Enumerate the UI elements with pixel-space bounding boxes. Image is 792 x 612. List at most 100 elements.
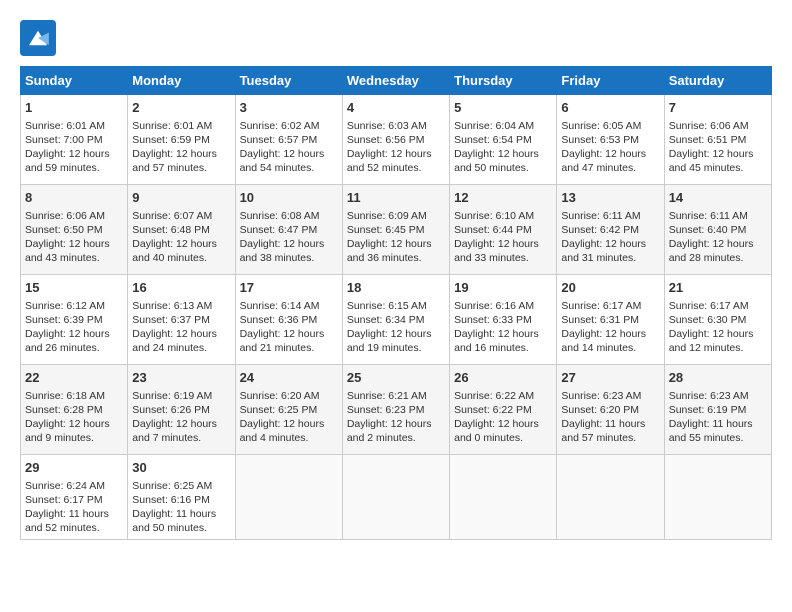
cell-text: Sunrise: 6:23 AM (561, 389, 659, 403)
cell-text: Sunrise: 6:01 AM (25, 119, 123, 133)
weekday-header: Wednesday (342, 67, 449, 95)
cell-text: Sunset: 6:51 PM (669, 133, 767, 147)
day-number: 10 (240, 189, 338, 207)
cell-text: Daylight: 12 hours (454, 417, 552, 431)
cell-text: Sunset: 6:28 PM (25, 403, 123, 417)
weekday-header: Saturday (664, 67, 771, 95)
cell-text: and 52 minutes. (25, 521, 123, 535)
cell-text: Sunset: 6:31 PM (561, 313, 659, 327)
calendar-cell (664, 455, 771, 540)
cell-text: Sunset: 6:20 PM (561, 403, 659, 417)
cell-text: Daylight: 12 hours (669, 147, 767, 161)
day-number: 17 (240, 279, 338, 297)
cell-text: Daylight: 12 hours (347, 417, 445, 431)
day-number: 21 (669, 279, 767, 297)
day-number: 26 (454, 369, 552, 387)
calendar-cell: 7Sunrise: 6:06 AMSunset: 6:51 PMDaylight… (664, 95, 771, 185)
cell-text: Daylight: 12 hours (25, 237, 123, 251)
calendar-cell: 9Sunrise: 6:07 AMSunset: 6:48 PMDaylight… (128, 185, 235, 275)
cell-text: and 55 minutes. (669, 431, 767, 445)
cell-text: Daylight: 12 hours (347, 147, 445, 161)
cell-text: and 31 minutes. (561, 251, 659, 265)
cell-text: Sunrise: 6:23 AM (669, 389, 767, 403)
calendar-cell: 10Sunrise: 6:08 AMSunset: 6:47 PMDayligh… (235, 185, 342, 275)
cell-text: Sunset: 6:45 PM (347, 223, 445, 237)
cell-text: Daylight: 12 hours (454, 237, 552, 251)
cell-text: Sunset: 6:48 PM (132, 223, 230, 237)
calendar-cell: 24Sunrise: 6:20 AMSunset: 6:25 PMDayligh… (235, 365, 342, 455)
calendar-cell: 3Sunrise: 6:02 AMSunset: 6:57 PMDaylight… (235, 95, 342, 185)
cell-text: Daylight: 11 hours (25, 507, 123, 521)
calendar-cell: 6Sunrise: 6:05 AMSunset: 6:53 PMDaylight… (557, 95, 664, 185)
day-number: 4 (347, 99, 445, 117)
cell-text: Daylight: 12 hours (454, 147, 552, 161)
cell-text: and 47 minutes. (561, 161, 659, 175)
cell-text: and 16 minutes. (454, 341, 552, 355)
calendar-cell: 14Sunrise: 6:11 AMSunset: 6:40 PMDayligh… (664, 185, 771, 275)
calendar-cell: 21Sunrise: 6:17 AMSunset: 6:30 PMDayligh… (664, 275, 771, 365)
cell-text: and 45 minutes. (669, 161, 767, 175)
weekday-header: Monday (128, 67, 235, 95)
cell-text: Sunset: 6:37 PM (132, 313, 230, 327)
calendar-cell: 23Sunrise: 6:19 AMSunset: 6:26 PMDayligh… (128, 365, 235, 455)
day-number: 5 (454, 99, 552, 117)
cell-text: Daylight: 11 hours (669, 417, 767, 431)
cell-text: Sunset: 6:56 PM (347, 133, 445, 147)
cell-text: and 38 minutes. (240, 251, 338, 265)
calendar-cell: 29Sunrise: 6:24 AMSunset: 6:17 PMDayligh… (21, 455, 128, 540)
cell-text: Sunset: 6:39 PM (25, 313, 123, 327)
cell-text: and 19 minutes. (347, 341, 445, 355)
cell-text: and 54 minutes. (240, 161, 338, 175)
calendar-cell: 25 Sunrise: 6:21 AMSunset: 6:23 PMDayligh… (342, 365, 449, 455)
weekday-header: Friday (557, 67, 664, 95)
calendar-cell: 12Sunrise: 6:10 AMSunset: 6:44 PMDayligh… (450, 185, 557, 275)
cell-text: Daylight: 12 hours (669, 327, 767, 341)
cell-text: Sunrise: 6:11 AM (669, 209, 767, 223)
cell-text: Sunrise: 6:12 AM (25, 299, 123, 313)
cell-text: Sunrise: 6:21 AM (347, 389, 445, 403)
day-number: 16 (132, 279, 230, 297)
cell-text: Daylight: 11 hours (561, 417, 659, 431)
weekday-header: Sunday (21, 67, 128, 95)
day-number: 9 (132, 189, 230, 207)
cell-text: Sunset: 6:33 PM (454, 313, 552, 327)
cell-text: Sunset: 6:57 PM (240, 133, 338, 147)
cell-text: and 33 minutes. (454, 251, 552, 265)
day-number: 28 (669, 369, 767, 387)
cell-text: and 9 minutes. (25, 431, 123, 445)
cell-text: Sunrise: 6:09 AM (347, 209, 445, 223)
cell-text: and 57 minutes. (132, 161, 230, 175)
calendar-cell: 18Sunrise: 6:15 AMSunset: 6:34 PMDayligh… (342, 275, 449, 365)
calendar-cell: 22Sunrise: 6:18 AMSunset: 6:28 PMDayligh… (21, 365, 128, 455)
calendar-cell: 2Sunrise: 6:01 AMSunset: 6:59 PMDaylight… (128, 95, 235, 185)
day-number: 30 (132, 459, 230, 477)
cell-text: and 2 minutes. (347, 431, 445, 445)
cell-text: and 50 minutes. (454, 161, 552, 175)
calendar-cell (235, 455, 342, 540)
calendar-cell: 30Sunrise: 6:25 AMSunset: 6:16 PMDayligh… (128, 455, 235, 540)
cell-text: Daylight: 12 hours (561, 327, 659, 341)
calendar-cell: 16Sunrise: 6:13 AMSunset: 6:37 PMDayligh… (128, 275, 235, 365)
logo (20, 20, 60, 56)
cell-text: Daylight: 12 hours (132, 417, 230, 431)
cell-text: Sunrise: 6:06 AM (25, 209, 123, 223)
calendar-cell (450, 455, 557, 540)
day-number: 3 (240, 99, 338, 117)
cell-text: Sunrise: 6:18 AM (25, 389, 123, 403)
calendar-cell: 19Sunrise: 6:16 AMSunset: 6:33 PMDayligh… (450, 275, 557, 365)
cell-text: Daylight: 12 hours (347, 327, 445, 341)
cell-text: Sunrise: 6:05 AM (561, 119, 659, 133)
cell-text: Sunset: 6:19 PM (669, 403, 767, 417)
cell-text: and 14 minutes. (561, 341, 659, 355)
cell-text: and 0 minutes. (454, 431, 552, 445)
day-number: 13 (561, 189, 659, 207)
day-number: 25 (347, 369, 445, 387)
cell-text: Sunrise: 6:10 AM (454, 209, 552, 223)
day-number: 6 (561, 99, 659, 117)
day-number: 24 (240, 369, 338, 387)
cell-text: and 50 minutes. (132, 521, 230, 535)
cell-text: Sunset: 6:23 PM (347, 403, 445, 417)
cell-text: and 36 minutes. (347, 251, 445, 265)
day-number: 14 (669, 189, 767, 207)
calendar-cell: 26Sunrise: 6:22 AMSunset: 6:22 PMDayligh… (450, 365, 557, 455)
